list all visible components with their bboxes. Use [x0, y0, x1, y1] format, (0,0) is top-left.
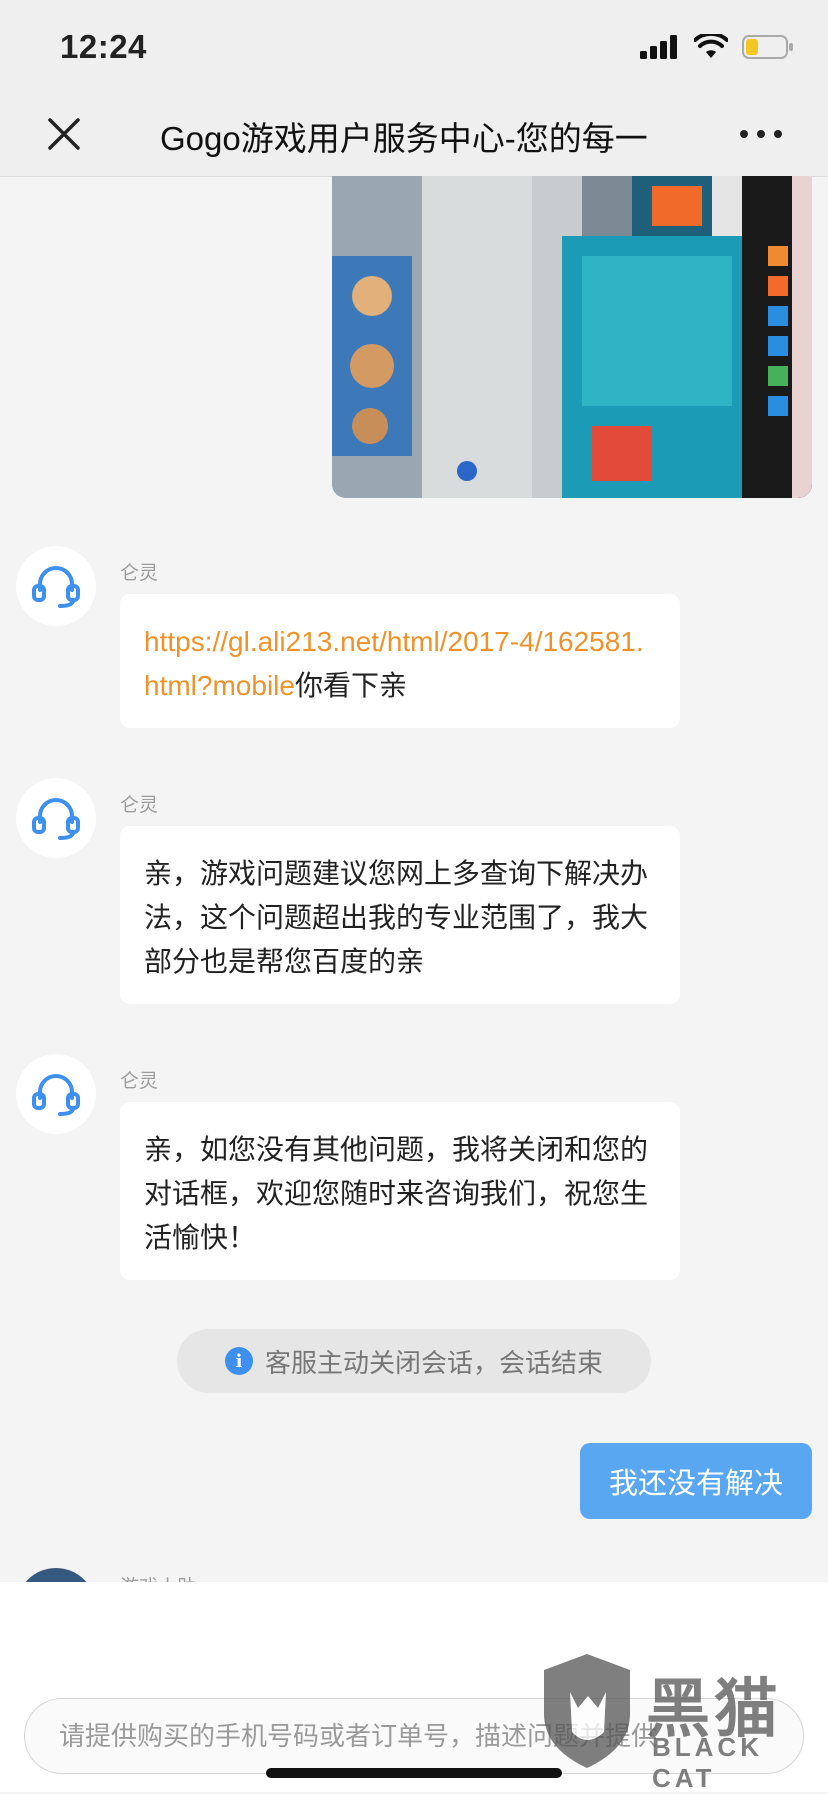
status-time: 12:24 — [60, 28, 147, 65]
user-message-bubble: 我还没有解决 — [580, 1443, 812, 1519]
battery-icon — [742, 35, 793, 59]
status-bar: 12:24 — [0, 0, 828, 96]
cellular-signal-icon — [640, 35, 677, 59]
more-icon[interactable] — [738, 122, 784, 146]
watermark-subtitle: BLACK CAT — [652, 1732, 763, 1793]
home-indicator[interactable] — [266, 1768, 562, 1778]
notice-text: 客服主动关闭会话，会话结束 — [264, 1347, 603, 1378]
assistant-avatar[interactable] — [16, 1568, 96, 1582]
headset-icon — [32, 798, 80, 840]
sender-name: 仑灵 — [120, 1071, 159, 1092]
sender-name: 仑灵 — [120, 795, 159, 816]
cat-shield-icon — [544, 1654, 630, 1768]
message-text: 你看下亲 — [294, 670, 407, 701]
message-text: 亲，如您没有其他问题，我将关闭和您的对话框，欢迎您随时来咨询我们，祝您生活愉快！ — [144, 1134, 649, 1253]
page-title: Gogo游戏用户服务中心-您的每一 — [160, 120, 648, 157]
photo-message[interactable] — [332, 176, 812, 498]
agent-avatar[interactable] — [16, 1054, 96, 1134]
agent-avatar[interactable] — [16, 546, 96, 626]
wifi-icon — [694, 34, 728, 58]
screen-photo — [332, 176, 812, 498]
user-message-text: 我还没有解决 — [608, 1468, 783, 1500]
message-text: 亲，游戏问题建议您网上多查询下解决办法，这个问题超出我的专业范围了，我大部分也是… — [144, 858, 649, 977]
headset-icon — [32, 566, 80, 608]
session-ended-notice: i 客服主动关闭会话，会话结束 — [177, 1329, 651, 1393]
black-cat-watermark: 黑猫 BLACK CAT — [542, 1652, 818, 1793]
close-icon[interactable] — [44, 114, 84, 154]
info-icon: i — [224, 1347, 253, 1375]
agent-avatar[interactable] — [16, 778, 96, 858]
sender-name: 游戏小助 — [120, 1572, 196, 1582]
sender-name: 仑灵 — [120, 563, 159, 584]
message-bubble: https://gl.ali213.net/html/2017-4/162581… — [120, 594, 680, 728]
chat-area[interactable]: 仑灵 https://gl.ali213.net/html/2017-4/162… — [0, 176, 828, 1582]
status-icons — [640, 34, 794, 60]
nav-bar: Gogo游戏用户服务中心-您的每一 — [0, 96, 828, 177]
message-bubble: 亲，如您没有其他问题，我将关闭和您的对话框，欢迎您随时来咨询我们，祝您生活愉快！ — [120, 1102, 680, 1280]
headset-icon — [32, 1074, 80, 1116]
message-bubble: 亲，游戏问题建议您网上多查询下解决办法，这个问题超出我的专业范围了，我大部分也是… — [120, 826, 680, 1004]
